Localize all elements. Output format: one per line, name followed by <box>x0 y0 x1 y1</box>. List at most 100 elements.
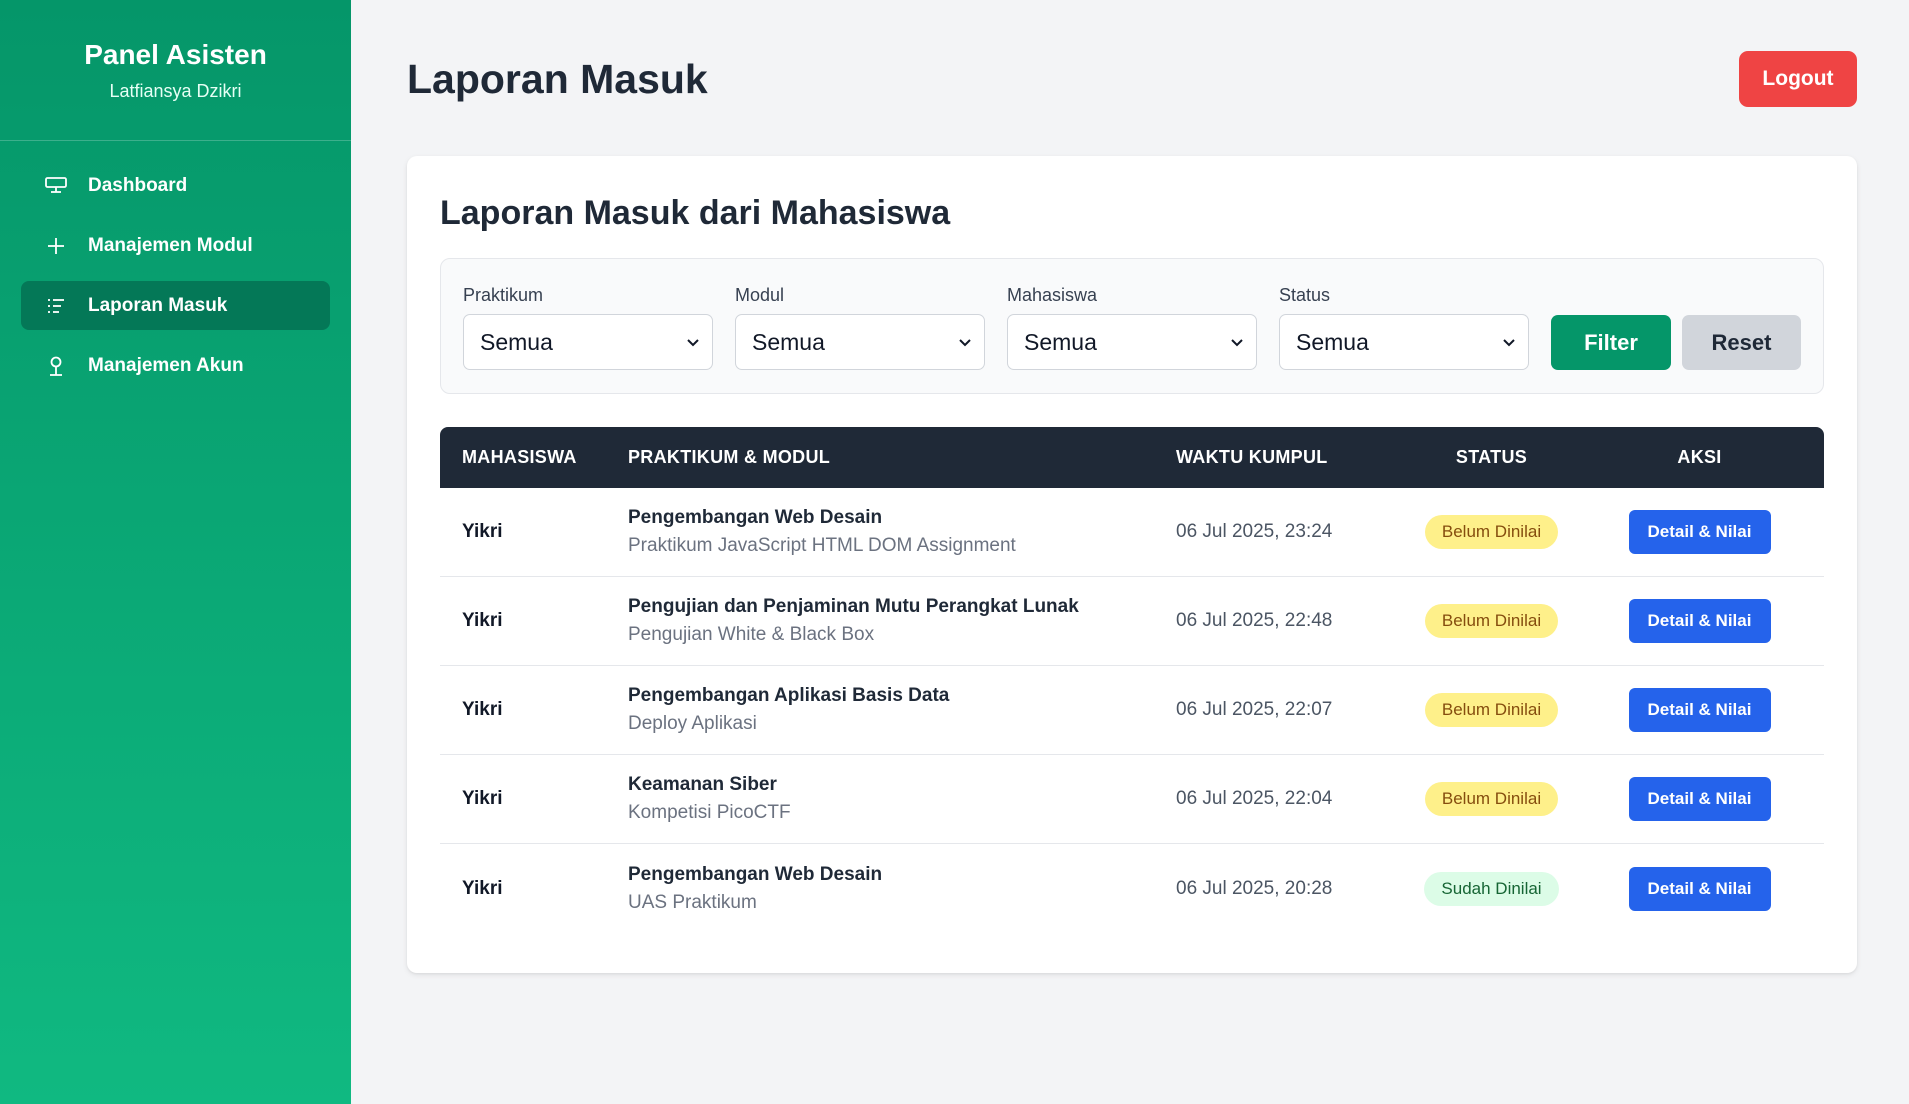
cell-status: Belum Dinilai <box>1408 693 1575 727</box>
cell-mahasiswa: Yikri <box>462 699 503 720</box>
column-header-status: STATUS <box>1455 447 1528 467</box>
cell-waktu: 06 Jul 2025, 22:07 <box>1176 699 1333 720</box>
page-title: Laporan Masuk <box>407 55 708 102</box>
topbar: Laporan Masuk Logout <box>407 0 1857 156</box>
sidebar-user-name: Latfiansya Dzikri <box>109 80 242 101</box>
app-root: Panel Asisten Latfiansya Dzikri Dashboar… <box>0 0 1909 1104</box>
praktikum-name: Pengembangan Web Desain <box>628 507 883 528</box>
column-header-waktu: WAKTU KUMPUL <box>1176 447 1328 467</box>
filter-mahasiswa: Mahasiswa Semua <box>1007 285 1257 370</box>
mahasiswa-select-value: Semua <box>1024 328 1097 355</box>
chevron-down-icon <box>1503 339 1515 347</box>
cell-praktikum: Pengembangan Web Desain Praktikum JavaSc… <box>628 507 1176 557</box>
table-row: Yikri Pengembangan Aplikasi Basis Data D… <box>440 666 1824 755</box>
praktikum-select[interactable]: Semua <box>463 314 713 370</box>
status-badge: Belum Dinilai <box>1424 604 1559 638</box>
cell-mahasiswa: Yikri <box>462 610 503 631</box>
sidebar: Panel Asisten Latfiansya Dzikri Dashboar… <box>0 0 351 1104</box>
chevron-down-icon <box>687 339 699 347</box>
sidebar-title: Panel Asisten <box>84 38 267 70</box>
modul-name: Kompetisi PicoCTF <box>628 802 791 823</box>
chevron-down-icon <box>1231 339 1243 347</box>
plus-icon <box>45 235 67 257</box>
filter-praktikum-label: Praktikum <box>463 285 544 305</box>
cell-mahasiswa: Yikri <box>462 788 503 809</box>
filter-modul-label: Modul <box>735 285 785 305</box>
main-content: Laporan Masuk Logout Laporan Masuk dari … <box>351 0 1909 1104</box>
column-header-aksi: AKSI <box>1677 447 1722 467</box>
status-badge: Sudah Dinilai <box>1424 871 1559 906</box>
modul-select-value: Semua <box>752 328 825 355</box>
cell-status: Belum Dinilai <box>1408 782 1575 816</box>
filter-button[interactable]: Filter <box>1551 315 1671 370</box>
mahasiswa-select[interactable]: Semua <box>1007 314 1257 370</box>
filter-status: Status Semua <box>1279 285 1529 370</box>
modul-name: UAS Praktikum <box>628 891 757 913</box>
cell-waktu: 06 Jul 2025, 22:48 <box>1176 610 1333 631</box>
cell-waktu: 06 Jul 2025, 22:04 <box>1176 788 1333 809</box>
filter-panel: Praktikum Semua Modul Semua Mahasiswa Se… <box>440 258 1824 394</box>
filter-modul: Modul Semua <box>735 285 985 370</box>
modul-name: Praktikum JavaScript HTML DOM Assignment <box>628 535 1016 556</box>
status-select[interactable]: Semua <box>1279 314 1529 370</box>
column-header-praktikum: PRAKTIKUM & MODUL <box>628 447 831 467</box>
sidebar-item-dashboard[interactable]: Dashboard <box>21 161 330 210</box>
cell-waktu: 06 Jul 2025, 23:24 <box>1176 521 1333 542</box>
filter-mahasiswa-label: Mahasiswa <box>1007 285 1098 305</box>
sidebar-item-manajemen-modul[interactable]: Manajemen Modul <box>21 221 330 270</box>
status-badge: Belum Dinilai <box>1424 515 1559 549</box>
cell-praktikum: Keamanan Siber Kompetisi PicoCTF <box>628 774 1176 824</box>
status-select-value: Semua <box>1296 328 1369 355</box>
cell-status: Belum Dinilai <box>1408 604 1575 638</box>
logout-button[interactable]: Logout <box>1739 51 1857 107</box>
praktikum-select-value: Semua <box>480 328 553 355</box>
user-icon <box>45 355 67 377</box>
monitor-icon <box>45 175 67 197</box>
detail-nilai-button[interactable]: Detail & Nilai <box>1628 777 1771 821</box>
table-row: Yikri Pengembangan Web Desain Praktikum … <box>440 488 1824 577</box>
cell-praktikum: Pengembangan Aplikasi Basis Data Deploy … <box>628 685 1176 735</box>
cell-aksi: Detail & Nilai <box>1575 688 1824 732</box>
column-header-mahasiswa: MAHASISWA <box>462 447 577 467</box>
sidebar-item-laporan-masuk[interactable]: Laporan Masuk <box>21 281 330 330</box>
filter-praktikum: Praktikum Semua <box>463 285 713 370</box>
cell-mahasiswa: Yikri <box>462 877 503 899</box>
status-badge: Belum Dinilai <box>1424 782 1559 816</box>
sidebar-header: Panel Asisten Latfiansya Dzikri <box>0 0 351 141</box>
card-title: Laporan Masuk dari Mahasiswa <box>440 194 951 232</box>
praktikum-name: Pengembangan Aplikasi Basis Data <box>628 685 950 706</box>
table-header: MAHASISWA PRAKTIKUM & MODUL WAKTU KUMPUL… <box>440 427 1824 488</box>
modul-select[interactable]: Semua <box>735 314 985 370</box>
cell-aksi: Detail & Nilai <box>1575 866 1824 911</box>
sidebar-item-label: Dashboard <box>88 174 188 196</box>
reports-table: MAHASISWA PRAKTIKUM & MODUL WAKTU KUMPUL… <box>440 427 1824 933</box>
modul-name: Deploy Aplikasi <box>628 713 757 734</box>
table-row: Yikri Pengujian dan Penjaminan Mutu Pera… <box>440 577 1824 666</box>
detail-nilai-button[interactable]: Detail & Nilai <box>1628 510 1771 554</box>
praktikum-name: Pengujian dan Penjaminan Mutu Perangkat … <box>628 596 1079 617</box>
cell-praktikum: Pengembangan Web Desain UAS Praktikum <box>628 864 1176 914</box>
cell-aksi: Detail & Nilai <box>1575 599 1824 643</box>
praktikum-name: Pengembangan Web Desain <box>628 863 883 885</box>
cell-status: Belum Dinilai <box>1408 515 1575 549</box>
sidebar-item-label: Manajemen Akun <box>88 354 244 376</box>
cell-aksi: Detail & Nilai <box>1575 510 1824 554</box>
praktikum-name: Keamanan Siber <box>628 774 777 795</box>
sidebar-item-label: Laporan Masuk <box>88 294 228 316</box>
cell-aksi: Detail & Nilai <box>1575 777 1824 821</box>
detail-nilai-button[interactable]: Detail & Nilai <box>1628 599 1771 643</box>
detail-nilai-button[interactable]: Detail & Nilai <box>1628 866 1771 911</box>
reports-card: Laporan Masuk dari Mahasiswa Praktikum S… <box>407 156 1857 973</box>
cell-waktu: 06 Jul 2025, 20:28 <box>1176 877 1333 899</box>
cell-status: Sudah Dinilai <box>1408 871 1575 906</box>
table-row: Yikri Pengembangan Web Desain UAS Prakti… <box>440 844 1824 933</box>
detail-nilai-button[interactable]: Detail & Nilai <box>1628 688 1771 732</box>
sidebar-nav: Dashboard Manajemen Modul Laporan Masuk … <box>0 141 351 390</box>
modul-name: Pengujian White & Black Box <box>628 624 875 645</box>
sidebar-item-manajemen-akun[interactable]: Manajemen Akun <box>21 341 330 390</box>
reset-button[interactable]: Reset <box>1682 315 1801 370</box>
list-icon <box>45 295 67 317</box>
table-row: Yikri Keamanan Siber Kompetisi PicoCTF 0… <box>440 755 1824 844</box>
filter-status-label: Status <box>1279 285 1331 305</box>
chevron-down-icon <box>959 339 971 347</box>
